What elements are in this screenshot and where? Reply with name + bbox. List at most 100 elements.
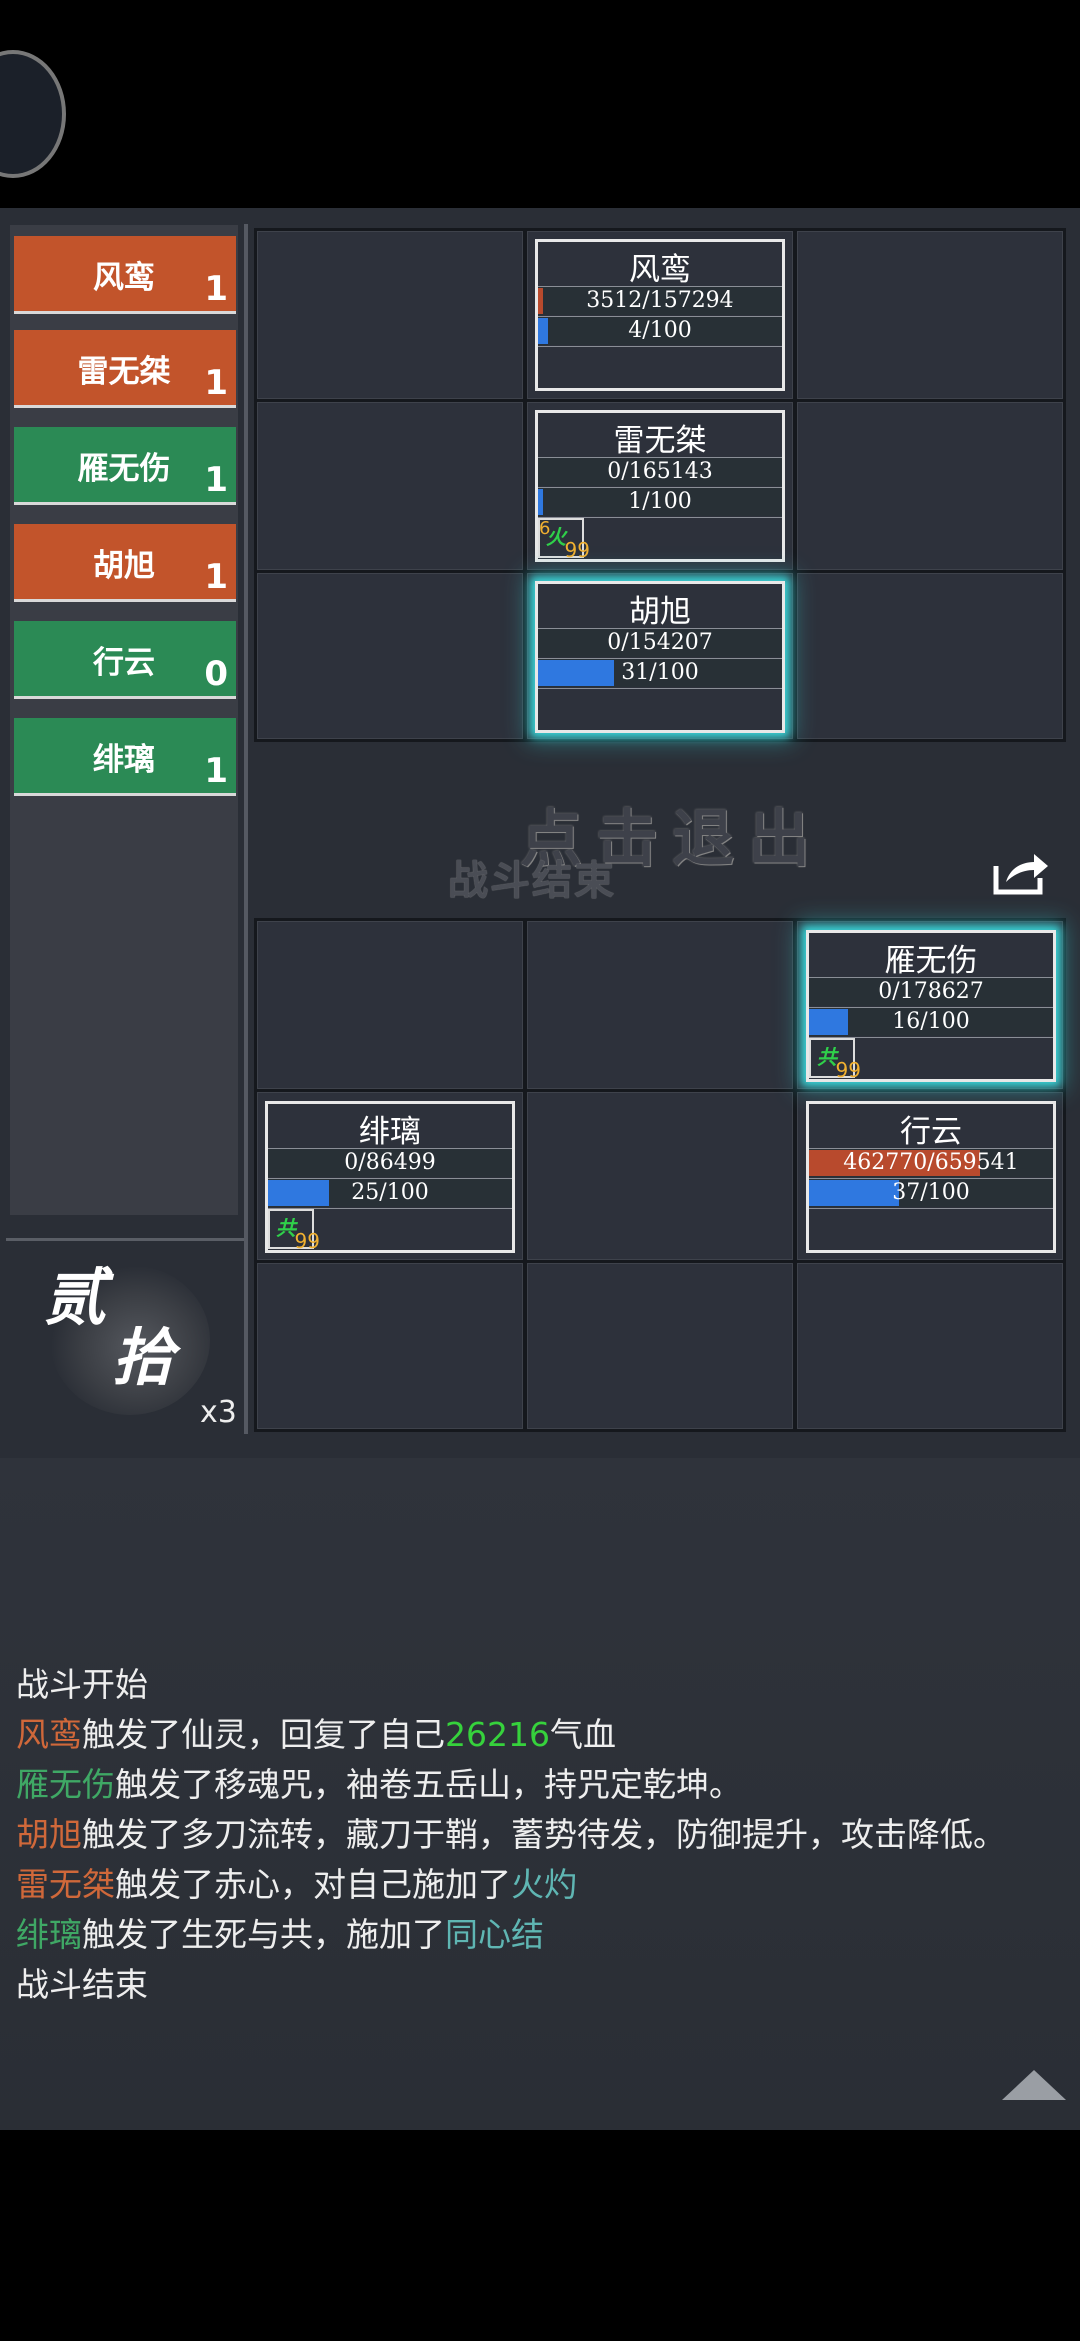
log-fragment: 触发了多刀流转，藏刀于鞘，蓄势待发，防御提升，攻击降低。 (82, 1815, 1006, 1854)
buff-glyph: 火 (546, 525, 566, 549)
unit-card-feili[interactable]: 绯璃 0/86499 25/100 共 99 (265, 1101, 515, 1253)
log-line: 战斗开始 (16, 1660, 1066, 1710)
log-fragment: 触发了仙灵，回复了自己 (82, 1715, 445, 1754)
grid-cell (257, 1263, 523, 1429)
log-fragment: 同心结 (445, 1915, 544, 1954)
log-fragment: 战斗结束 (16, 1965, 148, 2004)
player-avatar[interactable] (0, 50, 66, 178)
round-char-1: 贰 (44, 1261, 107, 1334)
bond-buff-icon[interactable]: 共 99 (809, 1038, 861, 1082)
grid-cell (257, 402, 523, 570)
team-name: 雷无桀 (77, 354, 171, 390)
buff-glyph: 共 (276, 1216, 296, 1240)
team-count: 1 (204, 460, 228, 500)
buff-glyph: 共 (817, 1045, 837, 1069)
hp-text: 0/165143 (607, 459, 713, 484)
unit-card-fengluan[interactable]: 风鸾 3512/157294 4/100 (535, 239, 785, 391)
log-fragment: 触发了赤心，对自己施加了 (115, 1865, 511, 1904)
energy-text: 25/100 (351, 1180, 429, 1205)
energy-text: 16/100 (892, 1009, 970, 1034)
burn-buff-icon[interactable]: 6 火 99 (538, 518, 590, 562)
share-icon[interactable] (990, 848, 1050, 898)
unit-name: 胡旭 (629, 594, 691, 630)
energy-text: 1/100 (628, 489, 692, 514)
collapse-arrow-icon[interactable] (1002, 2070, 1066, 2100)
team-button-yanwushang[interactable]: 雁无伤 1 (14, 427, 236, 505)
energy-bar: 4/100 (538, 316, 782, 345)
battle-end-text: 战斗结束 (448, 857, 616, 904)
log-line: 风鸾触发了仙灵，回复了自己26216气血 (16, 1710, 1066, 1760)
unit-card-leiwujie[interactable]: 雷无桀 0/165143 1/100 6 火 99 (535, 410, 785, 562)
sidebar-rule (6, 1238, 244, 1241)
round-counter: 贰 拾 (40, 1250, 220, 1400)
unit-card-xingyun[interactable]: 行云 462770/659541 37/100 (806, 1101, 1056, 1253)
bond-buff-icon[interactable]: 共 99 (268, 1209, 320, 1253)
energy-bar: 25/100 (268, 1178, 512, 1207)
log-line: 绯璃触发了生死与共，施加了同心结 (16, 1910, 1066, 1960)
grid-cell (797, 1263, 1063, 1429)
grid-cell (257, 231, 523, 399)
log-fragment: 战斗开始 (16, 1665, 148, 1704)
unit-card-huxu[interactable]: 胡旭 0/154207 31/100 (535, 581, 785, 733)
log-fragment: 26216 (445, 1715, 550, 1754)
team-name: 雁无伤 (77, 451, 171, 487)
buff-turns: 99 (835, 1058, 861, 1082)
log-line: 战斗结束 (16, 1960, 1066, 2010)
grid-cell (797, 231, 1063, 399)
unit-name: 行云 (900, 1114, 962, 1150)
hp-bar: 0/154207 (538, 628, 782, 657)
round-char-2: 拾 (112, 1321, 175, 1394)
grid-cell (527, 1092, 793, 1260)
hp-text: 0/86499 (344, 1150, 436, 1175)
team-button-fengluan[interactable]: 风鸾 1 (14, 236, 236, 314)
hp-text: 462770/659541 (843, 1150, 1019, 1175)
battle-log: 战斗开始 风鸾触发了仙灵，回复了自己26216气血 雁无伤触发了移魂咒，袖卷五岳山，… (16, 1660, 1066, 2010)
energy-text: 37/100 (892, 1180, 970, 1205)
grid-cell (797, 402, 1063, 570)
team-count: 1 (204, 269, 228, 309)
energy-bar: 31/100 (538, 658, 782, 687)
team-name: 行云 (93, 645, 155, 681)
unit-name: 风鸾 (629, 252, 691, 288)
buff-turns: 99 (564, 538, 590, 562)
team-count: 0 (204, 654, 228, 694)
team-button-leiwujie[interactable]: 雷无桀 1 (14, 330, 236, 408)
hp-bar: 462770/659541 (809, 1148, 1053, 1177)
unit-name: 雷无桀 (613, 423, 707, 459)
team-count: 1 (204, 751, 228, 791)
team-button-huxu[interactable]: 胡旭 1 (14, 524, 236, 602)
team-count: 1 (204, 363, 228, 403)
log-line: 胡旭触发了多刀流转，藏刀于鞘，蓄势待发，防御提升，攻击降低。 (16, 1810, 1066, 1860)
hp-bar: 0/86499 (268, 1148, 512, 1177)
unit-card-yanwushang[interactable]: 雁无伤 0/178627 16/100 共 99 (806, 930, 1056, 1082)
team-button-xingyun[interactable]: 行云 0 (14, 621, 236, 699)
log-fragment: 绯璃 (16, 1915, 82, 1954)
team-count: 1 (204, 557, 228, 597)
hp-text: 0/178627 (878, 979, 984, 1004)
log-fragment: 触发了移魂咒，袖卷五岳山，持咒定乾坤。 (115, 1765, 742, 1804)
speed-multiplier[interactable]: x3 (200, 1395, 237, 1430)
row-divider (809, 1208, 1053, 1209)
log-fragment: 胡旭 (16, 1815, 82, 1854)
row-divider (538, 346, 782, 347)
team-button-feili[interactable]: 绯璃 1 (14, 718, 236, 796)
log-fragment: 火灼 (511, 1865, 577, 1904)
grid-cell (257, 921, 523, 1089)
buff-turns: 99 (294, 1229, 320, 1253)
energy-bar: 37/100 (809, 1178, 1053, 1207)
sidebar-divider (244, 224, 248, 1434)
log-fragment: 风鸾 (16, 1715, 82, 1754)
log-fragment: 触发了生死与共，施加了 (82, 1915, 445, 1954)
energy-bar: 16/100 (809, 1007, 1053, 1036)
team-name: 胡旭 (93, 548, 155, 584)
grid-cell (257, 573, 523, 739)
log-line: 雁无伤触发了移魂咒，袖卷五岳山，持咒定乾坤。 (16, 1760, 1066, 1810)
log-fragment: 雁无伤 (16, 1765, 115, 1804)
hp-bar: 3512/157294 (538, 286, 782, 315)
log-fragment: 气血 (549, 1715, 616, 1754)
hp-bar: 0/178627 (809, 977, 1053, 1006)
log-line: 雷无桀触发了赤心，对自己施加了火灼 (16, 1860, 1066, 1910)
energy-bar: 1/100 (538, 487, 782, 516)
row-divider (538, 688, 782, 689)
unit-name: 雁无伤 (884, 943, 978, 979)
